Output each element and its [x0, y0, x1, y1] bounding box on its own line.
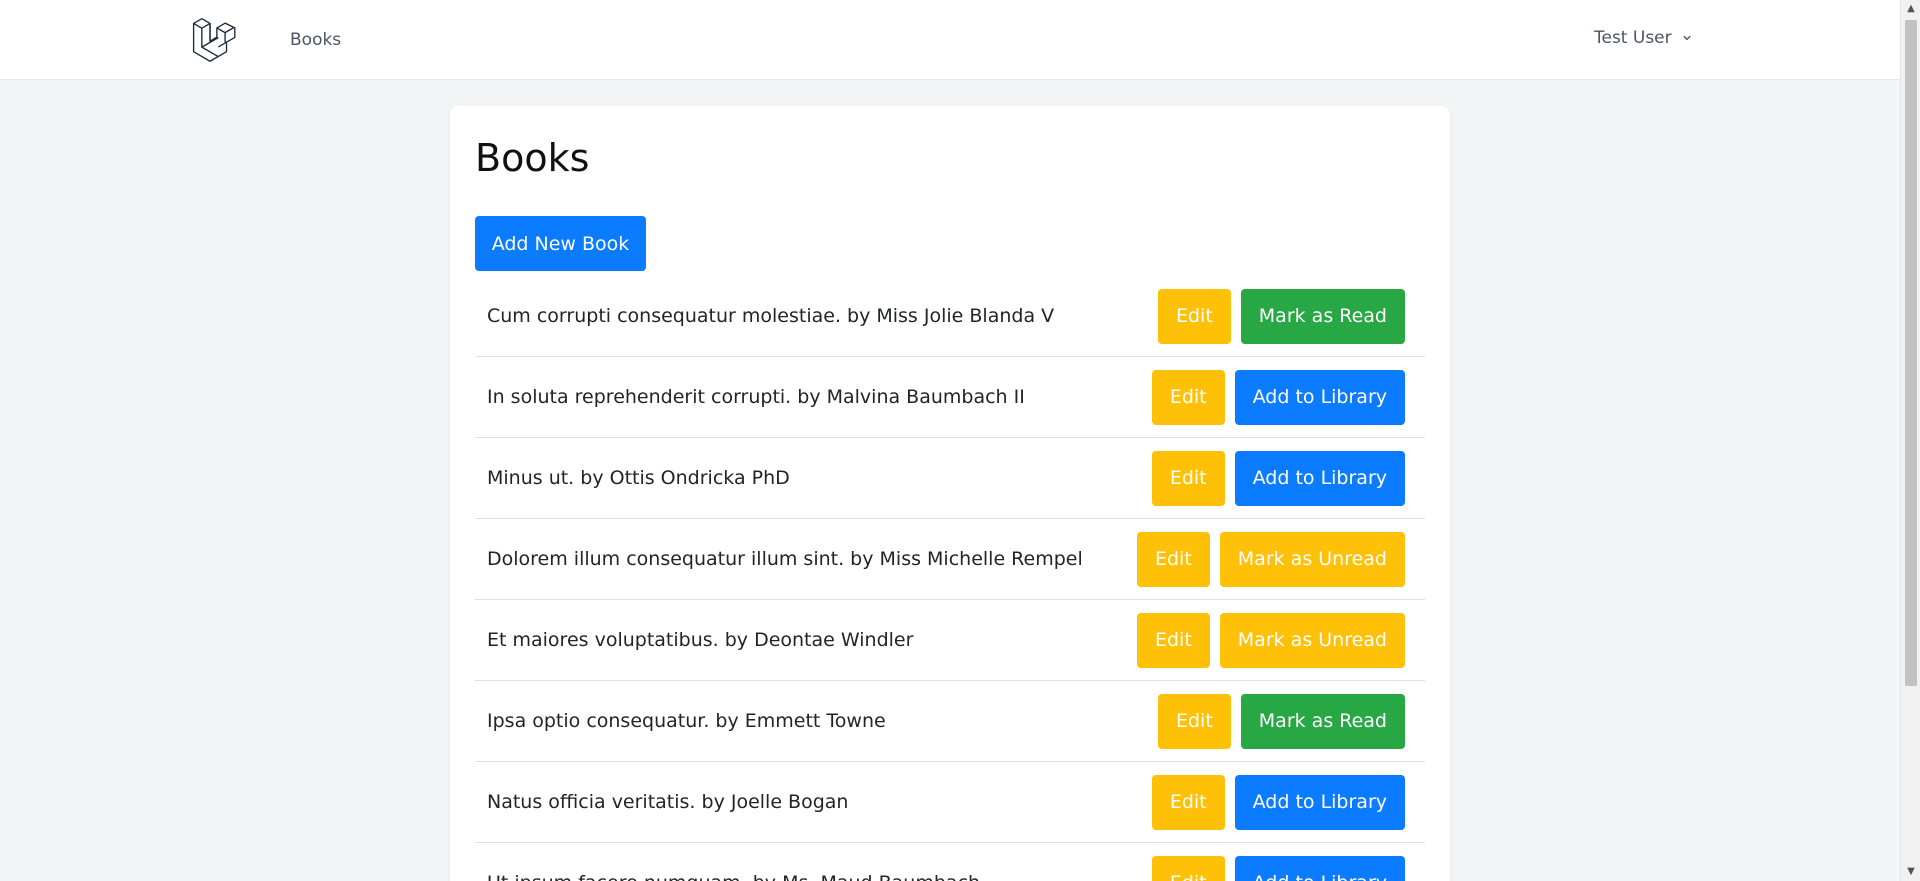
laravel-logo-icon[interactable] — [192, 18, 236, 62]
nav-link-books[interactable]: Books — [290, 30, 341, 50]
book-list-item: Natus officia veritatis. by Joelle Bogan… — [475, 762, 1425, 843]
book-list-item: In soluta reprehenderit corrupti. by Mal… — [475, 357, 1425, 438]
page-title: Books — [475, 136, 590, 180]
books-card: Books Add New Book Cum corrupti consequa… — [450, 106, 1450, 881]
user-menu-trigger[interactable]: Test User — [1594, 28, 1694, 48]
vertical-scrollbar[interactable]: ▲ ▼ — [1900, 0, 1920, 881]
edit-book-button[interactable]: Edit — [1157, 288, 1231, 344]
edit-book-button[interactable]: Edit — [1151, 855, 1225, 881]
top-navigation: Books Test User — [0, 0, 1900, 80]
add-to-library-button[interactable]: Add to Library — [1234, 450, 1405, 506]
add-to-library-button[interactable]: Add to Library — [1234, 369, 1405, 425]
page: Books Test User Books Add New Book Cum c… — [0, 0, 1920, 881]
book-actions: Edit Mark as Unread — [1136, 612, 1405, 668]
mark-as-unread-button[interactable]: Mark as Unread — [1219, 612, 1405, 668]
edit-book-button[interactable]: Edit — [1151, 369, 1225, 425]
book-actions: EditAdd to Library — [1151, 774, 1405, 830]
chevron-down-icon — [1683, 35, 1691, 41]
book-title-author: Minus ut. by Ottis Ondricka PhD — [487, 467, 790, 489]
book-actions: Edit Mark as Unread — [1136, 531, 1405, 587]
book-list-item: Cum corrupti consequatur molestiae. by M… — [475, 276, 1425, 357]
scroll-up-arrow-icon[interactable]: ▲ — [1905, 3, 1917, 15]
book-actions: Edit Mark as Read — [1157, 288, 1405, 344]
mark-as-unread-button[interactable]: Mark as Unread — [1219, 531, 1405, 587]
edit-book-button[interactable]: Edit — [1136, 612, 1210, 668]
book-actions: EditAdd to Library — [1151, 450, 1405, 506]
add-to-library-button[interactable]: Add to Library — [1234, 855, 1405, 881]
book-actions: EditAdd to Library — [1151, 369, 1405, 425]
user-name: Test User — [1594, 28, 1672, 48]
book-list-item: Ipsa optio consequatur. by Emmett Towne E… — [475, 681, 1425, 762]
add-to-library-button[interactable]: Add to Library — [1234, 774, 1405, 830]
add-new-book-button[interactable]: Add New Book — [475, 216, 646, 271]
book-actions: Edit Mark as Read — [1157, 693, 1405, 749]
edit-book-button[interactable]: Edit — [1136, 531, 1210, 587]
scrollbar-thumb[interactable] — [1905, 20, 1917, 686]
book-title-author: Dolorem illum consequatur illum sint. by… — [487, 548, 1083, 570]
mark-as-read-button[interactable]: Mark as Read — [1240, 693, 1405, 749]
book-title-author: Et maiores voluptatibus. by Deontae Wind… — [487, 629, 914, 651]
book-title-author: Cum corrupti consequatur molestiae. by M… — [487, 305, 1055, 327]
mark-as-read-button[interactable]: Mark as Read — [1240, 288, 1405, 344]
book-title-author: Ipsa optio consequatur. by Emmett Towne — [487, 710, 886, 732]
book-actions: Edit Add to Library — [1151, 855, 1405, 881]
edit-book-button[interactable]: Edit — [1151, 774, 1225, 830]
scroll-down-arrow-icon[interactable]: ▼ — [1905, 866, 1917, 878]
edit-book-button[interactable]: Edit — [1151, 450, 1225, 506]
book-list-item: Minus ut. by Ottis Ondricka PhD Edit Add t… — [475, 438, 1425, 519]
book-list-item: Et maiores voluptatibus. by Deontae Wind… — [475, 600, 1425, 681]
book-list-item: Ut ipsum facere numquam. by Ms. Maud Bau… — [475, 843, 1425, 881]
book-title-author: Natus officia veritatis. by Joelle Bogan — [487, 791, 849, 813]
book-title-author: In soluta reprehenderit corrupti. by Mal… — [487, 386, 1025, 408]
book-list-item: Dolorem illum consequatur illum sint. by… — [475, 519, 1425, 600]
edit-book-button[interactable]: Edit — [1157, 693, 1231, 749]
book-list: Cum corrupti consequatur molestiae. by M… — [475, 276, 1425, 881]
book-title-author: Ut ipsum facere numquam. by Ms. Maud Bau… — [487, 872, 980, 881]
